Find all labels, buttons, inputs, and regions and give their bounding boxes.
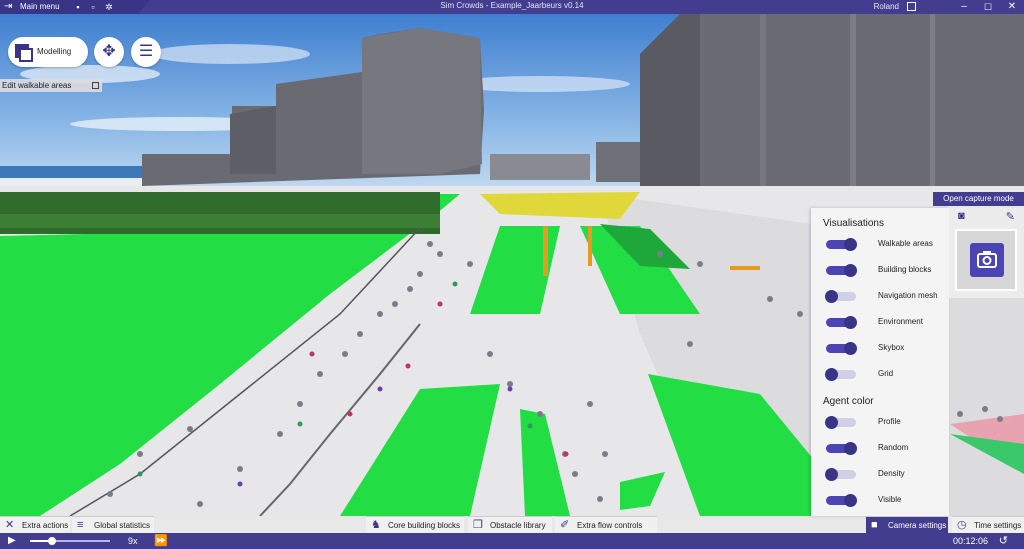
screenshot-icon[interactable]: ◙ (958, 210, 965, 222)
minimize-button[interactable]: – (952, 0, 976, 14)
save-as-icon[interactable]: ▫ (88, 2, 98, 12)
obstacle-library-tab[interactable]: ❒ Obstacle library (468, 516, 552, 533)
core-building-blocks-tab[interactable]: ♞ Core building blocks (366, 516, 464, 533)
navigation-mesh-label: Navigation mesh (878, 291, 938, 300)
camera-settings-label: Camera settings (888, 521, 947, 530)
speed-slider-handle[interactable] (48, 537, 57, 545)
play-icon[interactable]: ▶ (8, 535, 16, 546)
menu-arrow-icon[interactable]: ⇥ (4, 1, 12, 12)
skybox-toggle[interactable] (826, 342, 857, 355)
toggle-row-skybox[interactable]: Skybox (826, 341, 946, 355)
toggle-row-navigation-mesh[interactable]: Navigation mesh (825, 289, 946, 303)
flow-edit-icon: ✐ (560, 519, 570, 531)
fast-forward-icon[interactable]: ⏩ (154, 534, 168, 547)
main-menu-button[interactable]: Main menu (20, 2, 60, 11)
close-button[interactable]: ✕ (1000, 0, 1024, 14)
visualisations-panel: Visualisations Walkable areas Building b… (811, 208, 949, 516)
visualisations-heading: Visualisations (823, 218, 884, 229)
walkable-areas-toggle[interactable] (826, 238, 857, 251)
camera-icon (970, 243, 1004, 277)
edit-walkable-areas[interactable]: Edit walkable areas (0, 79, 102, 92)
building-blocks-label: Building blocks (878, 265, 932, 274)
skybox-label: Skybox (878, 343, 905, 352)
grid-label: Grid (878, 369, 894, 378)
user-icon[interactable] (907, 2, 916, 11)
toggle-row-environment[interactable]: Environment (826, 315, 946, 329)
reset-time-icon[interactable]: ↺ (999, 534, 1008, 547)
global-statistics-tab[interactable]: ≡ Global statistics (72, 516, 154, 533)
profile-label: Profile (878, 417, 901, 426)
building-blocks-toggle[interactable] (826, 264, 857, 277)
obstacle-library-label: Obstacle library (490, 521, 546, 530)
speed-value: 9x (128, 536, 138, 546)
grid-toggle[interactable] (825, 368, 856, 381)
clock-icon: ◷ (957, 519, 967, 531)
settings-gear-icon[interactable]: ✲ (104, 2, 114, 12)
building-blocks-icon: ♞ (371, 519, 381, 531)
maximize-button[interactable]: ☐ (976, 0, 1000, 14)
visible-toggle[interactable] (826, 494, 857, 507)
open-capture-mode-button[interactable]: Open capture mode (933, 192, 1024, 206)
core-building-blocks-label: Core building blocks (388, 521, 461, 530)
random-label: Random (878, 443, 909, 452)
save-icon[interactable]: ▪ (73, 2, 83, 12)
pencil-icon[interactable]: ✎ (1006, 210, 1015, 223)
window-title: Sim Crowds - Example_Jaarbeurs v0.14 (440, 1, 584, 10)
edit-walkable-checkbox[interactable] (92, 82, 99, 89)
toggle-row-random[interactable]: Random (826, 441, 946, 455)
toggle-row-density[interactable]: Density (825, 467, 946, 481)
density-toggle[interactable] (825, 468, 856, 481)
walkable-areas-label: Walkable areas (878, 239, 933, 248)
modelling-mode-button[interactable]: Modelling (8, 37, 88, 67)
agent-color-heading: Agent color (823, 396, 874, 407)
time-settings-tab[interactable]: ◷ Time settings (952, 516, 1024, 533)
user-name: Roland (873, 2, 899, 11)
density-label: Density (878, 469, 905, 478)
analysis-mode-button[interactable]: ☰ (131, 37, 161, 67)
extra-actions-label: Extra actions (22, 521, 69, 530)
statistics-icon: ≡ (77, 519, 84, 531)
time-settings-label: Time settings (974, 521, 1022, 530)
extra-flow-controls-tab[interactable]: ✐ Extra flow controls (555, 516, 657, 533)
modelling-icon-outline (19, 48, 33, 62)
camera-settings-tab[interactable]: ■ Camera settings (866, 516, 948, 533)
time-bar: ▶ 9x ⏩ 00:12:06 ↺ (0, 533, 1024, 549)
cube-icon: ❒ (473, 519, 483, 531)
list-filter-icon: ☰ (138, 43, 154, 60)
simulation-clock: 00:12:06 (952, 536, 988, 546)
main-menu-area: ⇥ Main menu ▪ ▫ ✲ (0, 0, 150, 14)
visible-label: Visible (878, 495, 902, 504)
edit-walkable-label: Edit walkable areas (2, 81, 72, 90)
random-toggle[interactable] (826, 442, 857, 455)
extra-flow-controls-label: Extra flow controls (577, 521, 643, 530)
toggle-row-walkable-areas[interactable]: Walkable areas (826, 237, 946, 251)
extra-actions-tab[interactable]: ✕ Extra actions (0, 516, 70, 533)
toggle-row-grid[interactable]: Grid (825, 367, 946, 381)
capture-camera-button[interactable] (955, 229, 1017, 291)
modelling-label: Modelling (37, 47, 72, 56)
environment-toggle[interactable] (826, 316, 857, 329)
title-bar: Sim Crowds - Example_Jaarbeurs v0.14 ⇥ M… (0, 0, 1024, 14)
toggle-row-profile[interactable]: Profile (825, 415, 946, 429)
toggle-row-building-blocks[interactable]: Building blocks (826, 263, 946, 277)
navigation-mesh-toggle[interactable] (825, 290, 856, 303)
fan-icon: ✥ (102, 43, 116, 60)
environment-label: Environment (878, 317, 923, 326)
speed-slider[interactable] (30, 537, 110, 545)
simulation-mode-button[interactable]: ✥ (94, 37, 124, 67)
global-statistics-label: Global statistics (94, 521, 151, 530)
toggle-row-visible[interactable]: Visible (826, 493, 946, 507)
video-camera-icon: ■ (871, 519, 878, 531)
tools-icon: ✕ (5, 519, 15, 531)
profile-toggle[interactable] (825, 416, 856, 429)
